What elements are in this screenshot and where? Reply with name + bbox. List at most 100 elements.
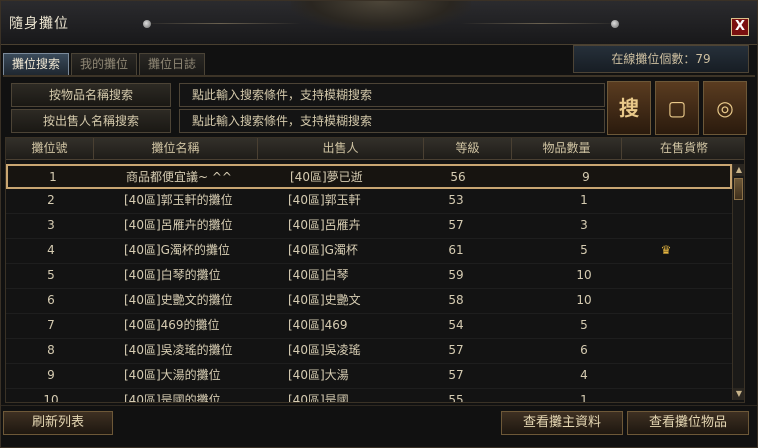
table-row[interactable]: 8 [40區]吳凌瑤的攤位 [40區]吳凌瑤 57 6: [6, 339, 732, 364]
cell-stall-no: 5: [47, 268, 55, 282]
tab-bar: 攤位搜索 我的攤位 攤位日誌: [3, 53, 206, 75]
cell-stall-name: [40區]吳凌瑤的攤位: [124, 343, 233, 357]
cloth-icon: ▢: [667, 96, 687, 120]
cell-stall-no: 1: [49, 170, 57, 184]
seller-search-input[interactable]: 點此輸入搜索條件，支持模糊搜索: [179, 109, 605, 133]
table-row[interactable]: 9 [40區]大湯的攤位 [40區]大湯 57 4: [6, 364, 732, 389]
ornament-gem-icon: [611, 20, 619, 28]
cell-currency: [622, 339, 710, 364]
table-row[interactable]: 3 [40區]呂雁卉的攤位 [40區]呂雁卉 57 3: [6, 214, 732, 239]
cell-item-count: 10: [576, 268, 592, 282]
currency-filter-button[interactable]: ◎: [703, 81, 747, 135]
gold-currency-icon: ♛: [660, 243, 672, 257]
cell-level: 57: [448, 368, 464, 382]
footer-divider: [1, 405, 757, 406]
cell-currency: [622, 264, 710, 289]
table-row[interactable]: 10 [40區]是國的攤位 [40區]是國 55 1: [6, 389, 732, 403]
search-icon: 搜: [619, 96, 639, 120]
cell-item-count: 3: [580, 218, 588, 232]
search-button[interactable]: 搜: [607, 81, 651, 135]
cell-stall-no: 9: [47, 368, 55, 382]
cell-stall-name: [40區]469的攤位: [124, 318, 220, 332]
title-ornament-line-right: [461, 23, 621, 24]
title-bar[interactable]: 隨身攤位 X: [1, 1, 757, 45]
cell-item-count: 6: [580, 343, 588, 357]
cell-stall-no: 7: [47, 318, 55, 332]
cell-currency: [624, 166, 712, 191]
scroll-up-arrow-icon[interactable]: ▲: [733, 164, 744, 176]
column-header-level[interactable]: 等級: [424, 138, 512, 160]
cell-stall-name: [40區]郭玉軒的攤位: [124, 193, 233, 207]
tab-stall-search[interactable]: 攤位搜索: [3, 53, 70, 75]
title-crest-ornament: [291, 1, 471, 31]
table-row[interactable]: 5 [40區]白琴的攤位 [40區]白琴 59 10: [6, 264, 732, 289]
cell-currency: [622, 214, 710, 239]
cell-level: 58: [448, 293, 464, 307]
column-header-stall-no[interactable]: 攤位號: [6, 138, 94, 160]
column-header-stall-name[interactable]: 攤位名稱: [94, 138, 258, 160]
cell-level: 57: [448, 218, 464, 232]
online-stall-count: 在線攤位個數：79: [573, 45, 749, 73]
refresh-list-button[interactable]: 刷新列表: [3, 411, 113, 435]
cell-currency: [622, 364, 710, 389]
stall-table: 攤位號 攤位名稱 出售人 等級 物品數量 在售貨幣 1 商品都便宜議~ ^^ […: [5, 137, 745, 403]
view-stall-items-button[interactable]: 查看攤位物品: [627, 411, 749, 435]
table-row[interactable]: 1 商品都便宜議~ ^^ [40區]夢已逝 56 9: [6, 164, 732, 189]
cell-stall-no: 2: [47, 193, 55, 207]
tab-divider: [3, 75, 755, 77]
cell-level: 55: [448, 393, 464, 403]
scroll-down-arrow-icon[interactable]: ▼: [733, 388, 744, 400]
cell-level: 59: [448, 268, 464, 282]
table-header: 攤位號 攤位名稱 出售人 等級 物品數量 在售貨幣: [6, 138, 744, 160]
cell-currency: [622, 314, 710, 339]
table-row[interactable]: 2 [40區]郭玉軒的攤位 [40區]郭玉軒 53 1: [6, 189, 732, 214]
item-search-input[interactable]: 點此輸入搜索條件，支持模糊搜索: [179, 83, 605, 107]
stall-window: 隨身攤位 X 攤位搜索 我的攤位 攤位日誌 在線攤位個數：79 按物品名稱搜索 …: [0, 0, 758, 448]
cell-level: 56: [450, 170, 466, 184]
cell-stall-no: 10: [43, 393, 59, 403]
cell-item-count: 1: [580, 393, 588, 403]
tab-my-stall[interactable]: 我的攤位: [71, 53, 138, 75]
close-button[interactable]: X: [731, 18, 749, 36]
cell-stall-no: 4: [47, 243, 55, 257]
cell-level: 54: [448, 318, 464, 332]
title-ornament-line-left: [141, 23, 301, 24]
view-owner-info-button[interactable]: 查看攤主資料: [501, 411, 623, 435]
column-header-item-count[interactable]: 物品數量: [512, 138, 622, 160]
cell-stall-no: 8: [47, 343, 55, 357]
window-title: 隨身攤位: [9, 16, 69, 32]
table-row[interactable]: 4 [40區]G濁杯的攤位 [40區]G濁杯 61 5 ♛: [6, 239, 732, 264]
cell-item-count: 1: [580, 193, 588, 207]
table-scrollbar[interactable]: ▲ ▼: [732, 164, 744, 400]
cell-stall-name: [40區]史艷文的攤位: [124, 293, 233, 307]
scroll-thumb[interactable]: [734, 178, 743, 200]
search-by-seller-button[interactable]: 按出售人名稱搜索: [11, 109, 171, 133]
ornament-gem-icon: [143, 20, 151, 28]
cell-level: 57: [448, 343, 464, 357]
tab-stall-log[interactable]: 攤位日誌: [139, 53, 206, 75]
cell-stall-no: 3: [47, 218, 55, 232]
cell-item-count: 5: [580, 243, 588, 257]
cell-stall-name: [40區]呂雁卉的攤位: [124, 218, 233, 232]
cell-item-count: 4: [580, 368, 588, 382]
cell-stall-no: 6: [47, 293, 55, 307]
cell-currency: [622, 289, 710, 314]
cell-item-count: 5: [580, 318, 588, 332]
item-filter-button[interactable]: ▢: [655, 81, 699, 135]
coin-icon: ◎: [716, 96, 734, 120]
cell-stall-name: 商品都便宜議~ ^^: [126, 170, 232, 184]
table-row[interactable]: 6 [40區]史艷文的攤位 [40區]史艷文 58 10: [6, 289, 732, 314]
cell-item-count: 10: [576, 293, 592, 307]
cell-stall-name: [40區]G濁杯的攤位: [124, 243, 230, 257]
column-header-currency[interactable]: 在售貨幣: [622, 138, 744, 160]
cell-level: 61: [448, 243, 464, 257]
cell-stall-name: [40區]白琴的攤位: [124, 268, 221, 282]
cell-currency: [622, 389, 710, 402]
column-header-seller[interactable]: 出售人: [258, 138, 424, 160]
cell-item-count: 9: [582, 170, 590, 184]
table-row[interactable]: 7 [40區]469的攤位 [40區]469 54 5: [6, 314, 732, 339]
cell-level: 53: [448, 193, 464, 207]
cell-currency: [622, 189, 710, 214]
search-by-item-button[interactable]: 按物品名稱搜索: [11, 83, 171, 107]
cell-stall-name: [40區]大湯的攤位: [124, 368, 221, 382]
